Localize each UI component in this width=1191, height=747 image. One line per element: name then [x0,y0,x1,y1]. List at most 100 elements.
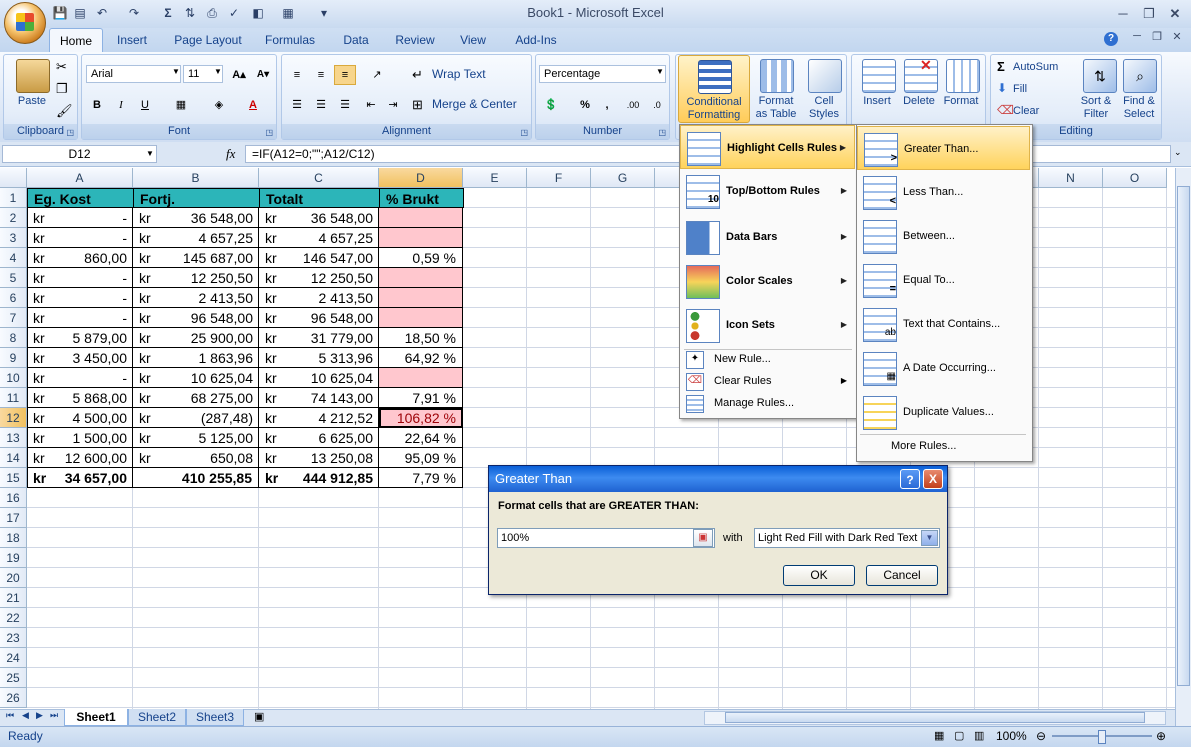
decrease-indent-icon[interactable]: ⇤ [360,95,382,115]
page-layout-view-icon[interactable]: ▢ [954,729,964,742]
fill-color-icon[interactable]: ◈ [208,95,230,115]
row-header-20[interactable]: 20 [0,568,27,588]
page-break-view-icon[interactable]: ▥ [974,729,984,742]
close-icon[interactable]: ✕ [1164,6,1186,22]
format-as-table-label-2[interactable]: as Table [750,108,802,120]
submenu-more-rules[interactable]: More Rules... [857,435,1030,457]
row-header-3[interactable]: 3 [0,228,27,248]
sheet-nav-prev-icon[interactable]: ◀ [22,710,29,721]
row-header-6[interactable]: 6 [0,288,27,308]
header-cell[interactable]: Totalt [259,188,380,208]
align-right-icon[interactable]: ☰ [334,95,356,115]
dialog-launcher-icon[interactable]: ◳ [658,128,666,137]
submenu-equal-to[interactable]: = Equal To... [857,258,1030,302]
normal-view-icon[interactable]: ▦ [934,729,944,742]
comma-button[interactable]: , [596,95,618,115]
row-header-21[interactable]: 21 [0,588,27,608]
row-header-19[interactable]: 19 [0,548,27,568]
tab-insert[interactable]: Insert [108,28,156,52]
currency-icon[interactable]: 💲 [540,95,562,115]
row-header-18[interactable]: 18 [0,528,27,548]
sheet-tab-sheet2[interactable]: Sheet2 [128,709,186,726]
number-format-combo[interactable]: Percentage [539,65,666,83]
column-header-a[interactable]: A [27,168,133,188]
scroll-thumb[interactable] [725,712,1145,723]
percent-brukt-cell[interactable]: 95,09 % [379,448,463,468]
increase-indent-icon[interactable]: ⇥ [382,95,404,115]
scroll-thumb[interactable] [1177,186,1190,686]
column-header-d[interactable]: D [379,168,463,188]
row-header-23[interactable]: 23 [0,628,27,648]
row-header-26[interactable]: 26 [0,688,27,708]
dialog-help-button[interactable]: ? [900,469,920,489]
dialog-launcher-icon[interactable]: ◳ [265,128,273,137]
ribbon-restore-icon[interactable]: ❐ [1146,30,1168,46]
row-header-9[interactable]: 9 [0,348,27,368]
align-middle-icon[interactable]: ≡ [310,65,332,85]
menu-new-rule[interactable]: ✦ New Rule... [680,348,855,370]
row-header-17[interactable]: 17 [0,508,27,528]
column-header-g[interactable]: G [591,168,655,188]
format-cells-button[interactable]: Format [936,95,986,107]
horizontal-scrollbar[interactable] [704,711,1166,725]
find-select-label-1[interactable]: Find & [1115,95,1163,107]
zoom-slider-thumb[interactable] [1098,730,1106,744]
row-header-13[interactable]: 13 [0,428,27,448]
ribbon-close-icon[interactable]: ✕ [1166,30,1188,46]
column-header-c[interactable]: C [259,168,379,188]
header-cell[interactable]: Eg. Kost [27,188,134,208]
format-as-table-label-1[interactable]: Format [750,95,802,107]
office-button[interactable] [4,2,46,44]
collapse-dialog-icon[interactable]: ▣ [693,529,713,547]
align-left-icon[interactable]: ☰ [286,95,308,115]
dialog-launcher-icon[interactable]: ◳ [66,128,74,137]
row-header-12[interactable]: 12 [0,408,27,428]
paste-button[interactable]: Paste [10,95,54,107]
chevron-down-icon[interactable]: ▼ [146,149,154,158]
autosum-button[interactable]: AutoSum [1013,61,1058,73]
percent-brukt-cell[interactable]: 22,64 % [379,428,463,448]
submenu-duplicate-values[interactable]: Duplicate Values... [857,390,1030,434]
tab-formulas[interactable]: Formulas [258,28,322,52]
column-header-f[interactable]: F [527,168,591,188]
cell-styles-label-2[interactable]: Styles [800,108,848,120]
row-header-8[interactable]: 8 [0,328,27,348]
select-all-corner[interactable] [0,168,27,188]
percent-brukt-cell[interactable]: 64,92 % [379,348,463,368]
zoom-out-icon[interactable]: ⊖ [1036,729,1046,743]
column-header-b[interactable]: B [133,168,259,188]
zoom-in-icon[interactable]: ⊕ [1156,729,1166,743]
submenu-between[interactable]: Between... [857,214,1030,258]
help-icon[interactable]: ? [1104,32,1118,46]
row-header-15[interactable]: 15 [0,468,27,488]
format-painter-icon[interactable]: 🖌 [56,103,73,119]
chevron-down-icon[interactable]: ▼ [921,530,938,546]
expand-formula-icon[interactable]: ⌄ [1174,147,1182,158]
row-header-1[interactable]: 1 [0,188,27,208]
italic-button[interactable]: I [110,95,132,115]
row-header-22[interactable]: 22 [0,608,27,628]
grow-font-icon[interactable]: A▴ [228,65,250,85]
row-header-11[interactable]: 11 [0,388,27,408]
align-top-icon[interactable]: ≡ [286,65,308,85]
align-bottom-icon[interactable]: ≡ [334,65,356,85]
row-header-5[interactable]: 5 [0,268,27,288]
zoom-level[interactable]: 100% [996,729,1027,743]
tab-add-ins[interactable]: Add-Ins [506,28,566,52]
name-box[interactable]: D12 [2,145,157,163]
submenu-less-than[interactable]: < Less Than... [857,170,1030,214]
header-cell[interactable]: % Brukt [379,188,464,208]
sort-filter-label-1[interactable]: Sort & [1073,95,1119,107]
tab-home[interactable]: Home [49,28,103,53]
tab-data[interactable]: Data [334,28,378,52]
dialog-launcher-icon[interactable]: ◳ [520,128,528,137]
minimize-icon[interactable]: ─ [1112,6,1134,22]
menu-color-scales[interactable]: Color Scales ▶ [680,259,855,303]
ribbon-minimize-icon[interactable]: ─ [1126,30,1148,46]
wrap-text-button[interactable]: Wrap Text [432,67,486,81]
sheet-nav-first-icon[interactable]: ⏮ [6,710,14,721]
menu-clear-rules[interactable]: ⌫ Clear Rules ▶ [680,370,855,392]
percent-brukt-cell[interactable]: 106,82 % [379,408,463,428]
cancel-button[interactable]: Cancel [866,565,938,586]
submenu-date-occurring[interactable]: ▦ A Date Occurring... [857,346,1030,390]
